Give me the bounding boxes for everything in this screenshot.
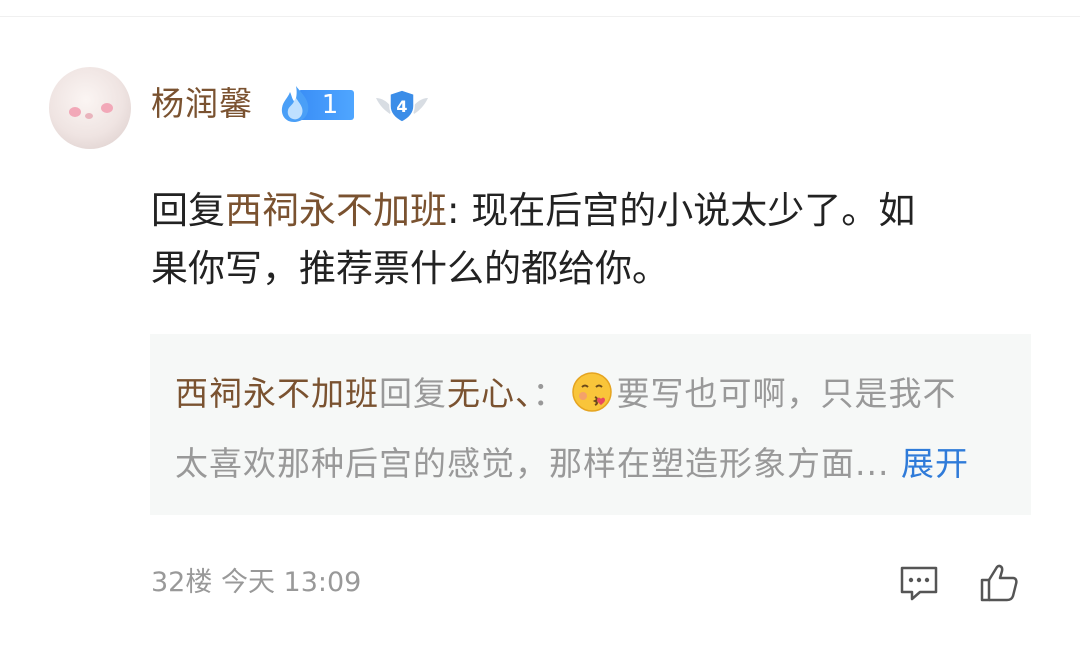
avatar-nose xyxy=(85,113,93,119)
comment-text-2: 果你写，推荐票什么的都给你。 xyxy=(151,247,669,290)
quote-author[interactable]: 西祠永不加班 xyxy=(175,374,379,413)
top-divider xyxy=(0,16,1080,17)
avatar[interactable] xyxy=(49,67,131,149)
avatar-cheek xyxy=(69,107,81,117)
quote-line-2: 太喜欢那种后宫的感觉，那样在塑造形象方面... 展开 xyxy=(175,440,1015,488)
reply-separator: : xyxy=(447,189,472,232)
comment-icon[interactable] xyxy=(898,562,940,604)
expand-link[interactable]: 展开 xyxy=(901,444,969,483)
avatar-cheek xyxy=(101,103,113,113)
reply-prefix: 回复 xyxy=(151,189,225,232)
floor-and-time: 32楼 今天 13:09 xyxy=(151,567,362,598)
reply-target-name[interactable]: 西祠永不加班 xyxy=(225,189,447,232)
quoted-reply-box[interactable]: 西祠永不加班回复无心、： 要写也可啊，只是我不 太喜欢那种后宫的感觉，那样在塑造… xyxy=(150,334,1031,515)
level-number: 1 xyxy=(321,90,339,120)
comment-line-2: 果你写，推荐票什么的都给你。 xyxy=(151,240,1031,298)
comment-body: 回复西祠永不加班: 现在后宫的小说太少了。如 果你写，推荐票什么的都给你。 xyxy=(151,182,1031,298)
thumbs-up-icon[interactable] xyxy=(978,562,1020,604)
quote-text-2: 太喜欢那种后宫的感觉，那样在塑造形象方面... xyxy=(175,444,890,483)
shield-badge-icon: 4 xyxy=(376,89,428,123)
user-level-badge: 1 xyxy=(276,84,354,124)
comment-line-1: 回复西祠永不加班: 现在后宫的小说太少了。如 xyxy=(151,182,1031,240)
username[interactable]: 杨润馨 xyxy=(151,82,253,126)
badge-level-number: 4 xyxy=(396,97,407,116)
quote-text-1: 要写也可啊，只是我不 xyxy=(616,374,957,413)
comment-text-1: 现在后宫的小说太少了。如 xyxy=(471,189,916,232)
quote-reply-word: 回复 xyxy=(379,374,447,413)
quoted-reply-text: 西祠永不加班回复无心、： 要写也可啊，只是我不 太喜欢那种后宫的感觉，那样在塑造… xyxy=(175,370,1015,488)
quote-colon: ： xyxy=(532,374,567,413)
quote-line-1: 西祠永不加班回复无心、： 要写也可啊，只是我不 xyxy=(175,370,1015,418)
quote-target[interactable]: 无心、 xyxy=(447,374,533,413)
kissing-face-icon xyxy=(571,372,612,412)
